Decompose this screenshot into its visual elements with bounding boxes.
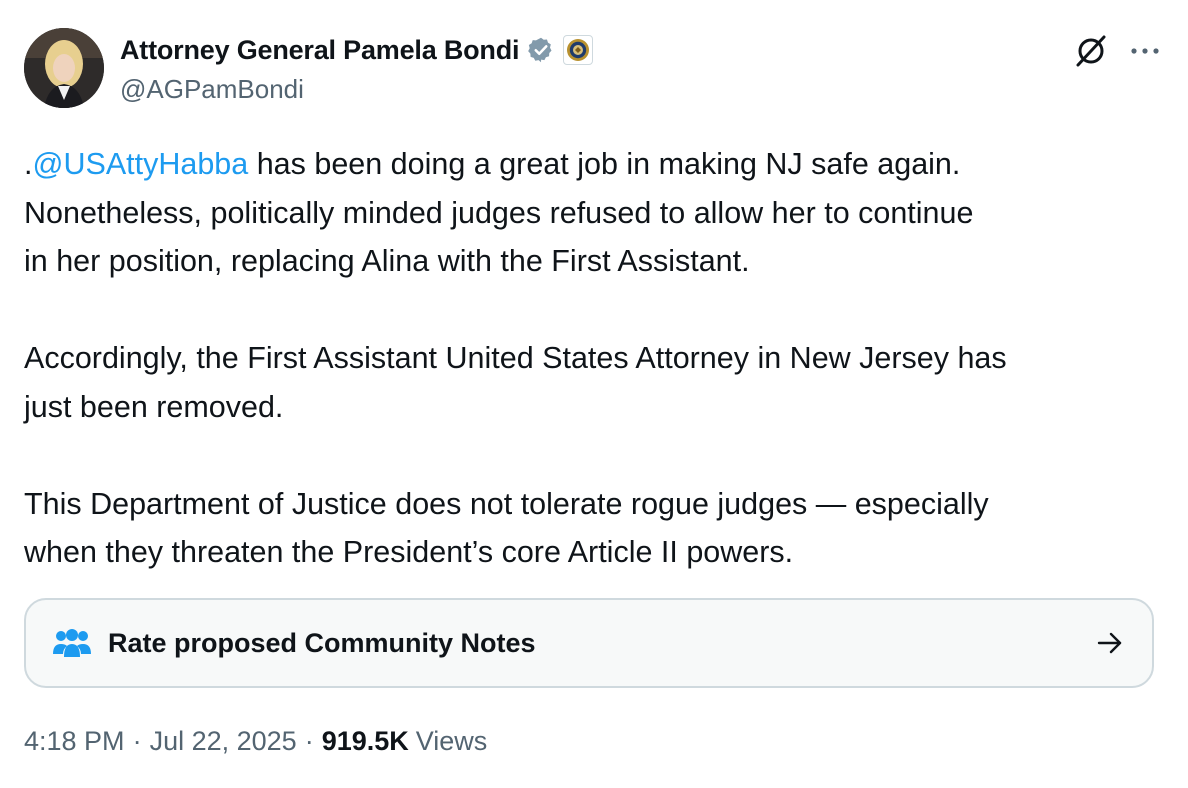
tweet-line: Accordingly, the First Assistant United … <box>24 341 1007 375</box>
tweet-text: .@USAttyHabba has been doing a great job… <box>24 140 1164 577</box>
tweet-line: This Department of Justice does not tole… <box>24 486 989 521</box>
verified-badge-icon[interactable] <box>527 36 555 64</box>
tweet-paragraph-1: .@USAttyHabba has been doing a great job… <box>24 140 1164 286</box>
tweet-date[interactable]: Jul 22, 2025 <box>150 726 297 757</box>
avatar-photo <box>24 28 104 108</box>
tweet-meta: 4:18 PM · Jul 22, 2025 · 919.5K Views <box>24 726 487 757</box>
mention-link[interactable]: @USAttyHabba <box>32 147 248 181</box>
avatar[interactable] <box>24 28 104 108</box>
tweet-top-actions <box>1074 34 1160 68</box>
community-notes-button[interactable]: Rate proposed Community Notes <box>24 598 1154 688</box>
doj-seal-icon[interactable] <box>563 35 594 65</box>
tweet-line: .@USAttyHabba has been doing a great job… <box>24 140 1164 189</box>
tweet-paragraph-3: This Department of Justice does not tole… <box>24 480 1164 577</box>
tweet-paragraph-2: Accordingly, the First Assistant United … <box>24 334 1164 431</box>
author-name-row: Attorney General Pamela Bondi <box>120 30 594 70</box>
more-icon[interactable] <box>1130 46 1160 56</box>
tweet-line: Nonetheless, politically minded judges r… <box>24 195 974 230</box>
tweet-line: just been removed. <box>24 389 284 424</box>
meta-separator: · <box>304 726 314 756</box>
tweet-line: when they threaten the President’s core … <box>24 535 794 569</box>
tweet: Attorney General Pamela Bondi @AGPamBond… <box>0 0 1188 788</box>
community-notes-label: Rate proposed Community Notes <box>108 627 536 658</box>
grok-icon[interactable] <box>1074 34 1108 68</box>
arrow-right-icon <box>1096 631 1124 655</box>
tweet-time[interactable]: 4:18 PM <box>24 726 125 757</box>
views-label: Views <box>415 726 488 756</box>
people-icon <box>50 627 94 659</box>
views-count[interactable]: 919.5K <box>322 726 409 757</box>
tweet-line: in her position, replacing Alina with th… <box>24 244 750 278</box>
meta-separator: · <box>132 726 142 756</box>
tweet-line-text: has been doing a great job in making NJ … <box>248 147 961 181</box>
author-handle[interactable]: @AGPamBondi <box>120 74 304 105</box>
author-display-name[interactable]: Attorney General Pamela Bondi <box>120 35 520 66</box>
